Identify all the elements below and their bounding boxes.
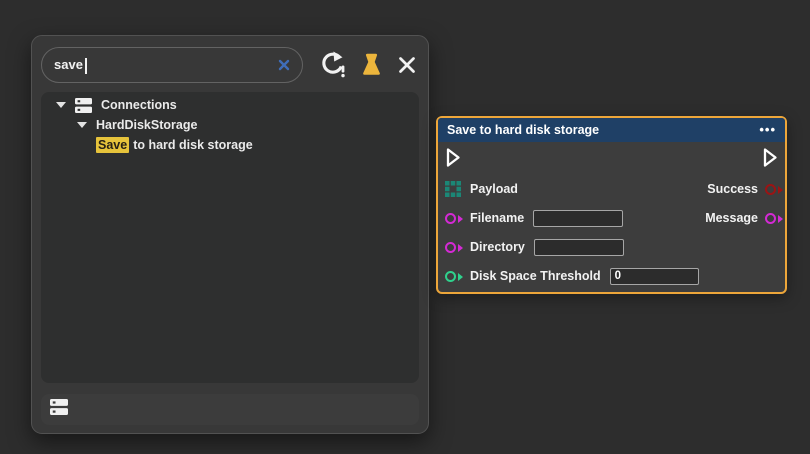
- panel-footer-bar[interactable]: [41, 394, 419, 425]
- text-caret: [85, 58, 87, 74]
- payload-pin[interactable]: [445, 181, 461, 197]
- search-panel: Connections HardDiskStorage Save to hard…: [31, 35, 429, 434]
- node-header[interactable]: Save to hard disk storage •••: [438, 118, 785, 142]
- connections-icon: [75, 98, 92, 113]
- tree-item-connections[interactable]: Connections: [41, 95, 419, 115]
- pin-label-directory: Directory: [470, 240, 525, 254]
- directory-field[interactable]: [534, 239, 624, 256]
- clear-x-icon[interactable]: [278, 59, 290, 71]
- message-out-pin[interactable]: [765, 213, 776, 224]
- node-save-to-hard-disk-storage[interactable]: Save to hard disk storage ••• Payload: [436, 116, 787, 294]
- filter-flask-icon[interactable]: [360, 53, 383, 77]
- search-input[interactable]: [54, 57, 278, 72]
- close-icon[interactable]: [398, 56, 416, 74]
- tree-item-label: to hard disk storage: [133, 138, 252, 152]
- directory-in-pin[interactable]: [445, 242, 456, 253]
- expand-caret-icon[interactable]: [77, 122, 87, 128]
- pin-row-disk-space-threshold: Disk Space Threshold: [443, 267, 781, 285]
- filename-field[interactable]: [533, 210, 623, 227]
- tree-item-save-to-hard-disk-storage[interactable]: Save to hard disk storage: [41, 135, 419, 155]
- refresh-alert-icon[interactable]: [320, 51, 347, 78]
- pin-row-payload: Payload Success: [443, 180, 781, 198]
- connections-icon: [50, 399, 68, 420]
- filename-in-pin[interactable]: [445, 213, 456, 224]
- expand-caret-icon[interactable]: [56, 102, 66, 108]
- node-menu-icon[interactable]: •••: [759, 125, 776, 135]
- tree-item-harddiskstorage[interactable]: HardDiskStorage: [41, 115, 419, 135]
- pin-row-filename: Filename Message: [443, 209, 781, 227]
- success-out-pin[interactable]: [765, 184, 776, 195]
- tree-item-label: HardDiskStorage: [96, 118, 197, 132]
- disk-space-threshold-in-pin[interactable]: [445, 271, 456, 282]
- pin-label-message: Message: [705, 211, 758, 225]
- pin-label-payload: Payload: [470, 182, 518, 196]
- exec-out-pin[interactable]: [762, 147, 778, 168]
- exec-pin-row: [443, 146, 781, 168]
- exec-in-pin[interactable]: [445, 147, 461, 168]
- search-toolbar: [41, 46, 422, 83]
- search-box[interactable]: [41, 47, 303, 83]
- pin-label-success: Success: [707, 182, 758, 196]
- node-title: Save to hard disk storage: [447, 123, 599, 137]
- search-match-highlight: Save: [96, 137, 129, 153]
- pin-row-directory: Directory: [443, 238, 781, 256]
- pin-label-filename: Filename: [470, 211, 524, 225]
- tree-item-label: Connections: [101, 98, 177, 112]
- pin-label-disk-space-threshold: Disk Space Threshold: [470, 269, 601, 283]
- disk-space-threshold-field[interactable]: [610, 268, 699, 285]
- search-results-tree: Connections HardDiskStorage Save to hard…: [41, 92, 419, 383]
